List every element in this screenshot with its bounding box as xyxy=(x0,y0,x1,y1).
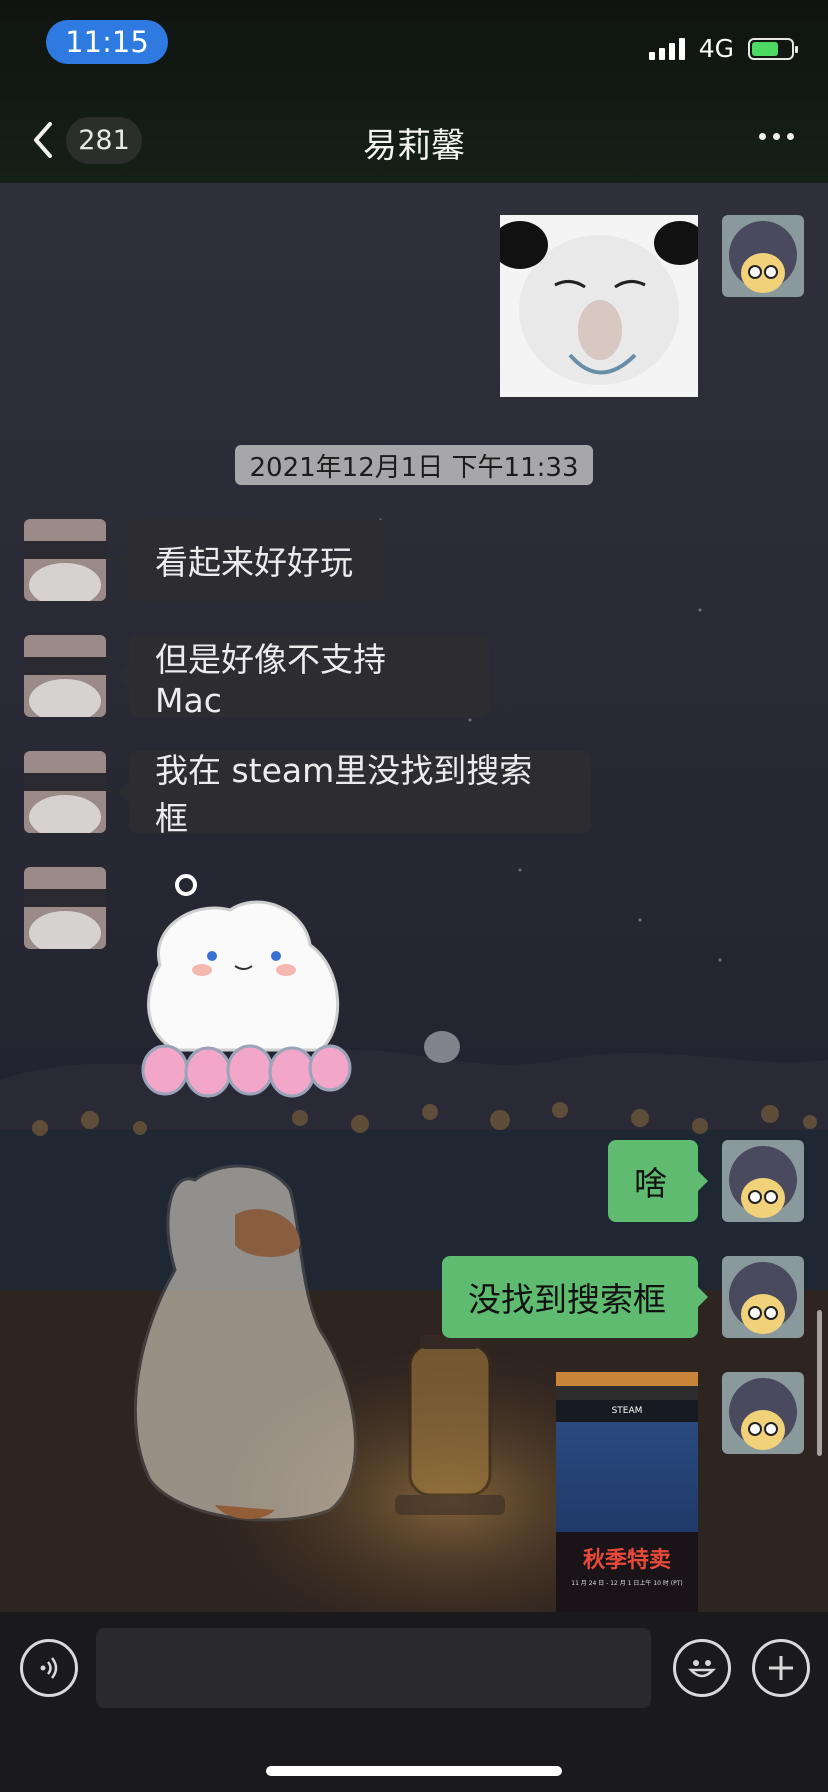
steam-logo: STEAM xyxy=(556,1400,698,1422)
message-timestamp: 2021年12月1日 下午11:33 xyxy=(235,445,593,485)
chat-title: 易莉馨 xyxy=(363,126,465,166)
my-avatar[interactable] xyxy=(722,1140,804,1222)
contact-avatar[interactable] xyxy=(24,751,106,833)
my-avatar[interactable] xyxy=(722,1256,804,1338)
network-type: 4G xyxy=(698,34,734,63)
home-indicator xyxy=(266,1766,562,1776)
my-avatar[interactable] xyxy=(722,215,804,297)
sent-screenshot-image[interactable]: STEAM 秋季特卖 11 月 24 日 - 12 月 1 日上午 10 时 (… xyxy=(556,1372,698,1612)
status-time: 11:15 xyxy=(46,20,168,64)
contact-avatar[interactable] xyxy=(24,635,106,717)
scrollbar[interactable] xyxy=(817,1310,822,1456)
voice-input-icon[interactable] xyxy=(20,1639,78,1697)
sent-message[interactable]: 啥 xyxy=(608,1140,708,1222)
contact-avatar[interactable] xyxy=(24,519,106,601)
add-plus-icon[interactable] xyxy=(752,1639,810,1697)
promo-title: 秋季特卖 xyxy=(582,1548,671,1573)
received-message[interactable]: 看起来好好玩 xyxy=(119,519,385,601)
contact-avatar[interactable] xyxy=(24,867,106,949)
promo-date: 11 月 24 日 - 12 月 1 日上午 10 时 (PT) xyxy=(571,1580,683,1587)
received-sticker[interactable] xyxy=(130,870,375,1105)
more-options-icon[interactable] xyxy=(759,133,794,140)
chat-background xyxy=(0,0,828,1792)
message-input[interactable] xyxy=(96,1628,651,1708)
emoji-icon[interactable] xyxy=(673,1639,731,1697)
sent-image-meme[interactable] xyxy=(500,215,698,397)
cellular-signal-icon xyxy=(648,37,685,60)
received-message[interactable]: 我在 steam里没找到搜索框 xyxy=(119,751,591,838)
received-message[interactable]: 但是好像不支持 Mac xyxy=(119,635,489,720)
sent-message[interactable]: 没找到搜索框 xyxy=(442,1256,708,1338)
my-avatar[interactable] xyxy=(722,1372,804,1454)
status-indicators: 4G xyxy=(648,34,798,63)
battery-charging-icon xyxy=(748,37,798,60)
